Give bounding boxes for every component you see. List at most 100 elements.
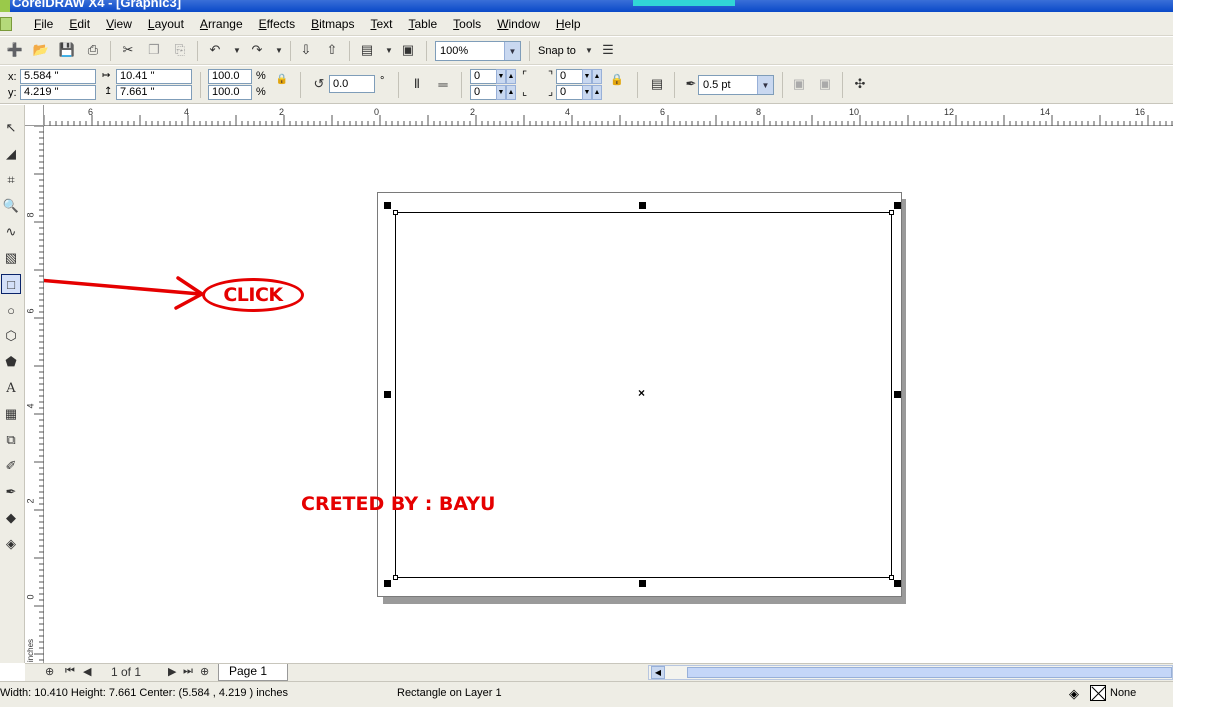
next-page-icon[interactable]: ▶ bbox=[168, 665, 176, 678]
mirror-horizontal-icon[interactable]: Ⅱ bbox=[408, 75, 426, 93]
cut-icon[interactable]: ✂ bbox=[119, 41, 137, 59]
selection-handle[interactable] bbox=[894, 580, 901, 587]
print-icon[interactable]: ⎙ bbox=[84, 41, 102, 59]
menu-effects[interactable]: Effects bbox=[251, 17, 303, 31]
menu-edit[interactable]: Edit bbox=[61, 17, 98, 31]
chevron-down-icon[interactable]: ▼ bbox=[504, 42, 520, 60]
undo-icon[interactable]: ↶ bbox=[206, 41, 224, 59]
page-tab-1[interactable]: Page 1 bbox=[218, 664, 288, 681]
new-document-icon[interactable]: ➕ bbox=[6, 41, 24, 59]
menu-arrange[interactable]: Arrange bbox=[192, 17, 251, 31]
corner-bottom-right-spinner[interactable]: ▼ ▲ bbox=[582, 85, 602, 100]
to-front-icon[interactable]: ▣ bbox=[790, 75, 808, 93]
launcher-dropdown-icon[interactable]: ▼ bbox=[380, 41, 398, 59]
snap-to-button[interactable]: Snap to bbox=[538, 45, 576, 57]
eyedropper-tool-icon[interactable]: ✐ bbox=[1, 456, 21, 476]
object-width-field[interactable]: 10.41 " bbox=[116, 69, 192, 84]
y-position-field[interactable]: 4.219 " bbox=[20, 85, 96, 100]
rectangle-tool-icon[interactable]: □ bbox=[1, 274, 21, 294]
zoom-level-select[interactable]: 100% ▼ bbox=[435, 41, 521, 61]
options-icon[interactable]: ☰ bbox=[599, 41, 617, 59]
smart-fill-tool-icon[interactable]: ▧ bbox=[1, 248, 21, 268]
selection-handle[interactable] bbox=[894, 391, 901, 398]
corner-bottom-left-spinner[interactable]: ▼ ▲ bbox=[496, 85, 516, 100]
snap-dropdown-icon[interactable]: ▼ bbox=[580, 41, 598, 59]
outline-width-select[interactable]: 0.5 pt ▼ bbox=[698, 75, 774, 95]
round-corners-together-icon[interactable]: 🔒 bbox=[608, 70, 626, 88]
menu-help[interactable]: Help bbox=[548, 17, 589, 31]
application-launcher-icon[interactable]: ▤ bbox=[358, 41, 376, 59]
mirror-vertical-icon[interactable]: ═ bbox=[434, 75, 452, 93]
scale-y-field[interactable]: 100.0 bbox=[208, 85, 252, 100]
ruler-origin[interactable] bbox=[25, 105, 44, 126]
undo-dropdown-icon[interactable]: ▼ bbox=[228, 41, 246, 59]
fill-tool-icon[interactable]: ◆ bbox=[1, 508, 21, 528]
corner-node[interactable] bbox=[889, 575, 894, 580]
selection-handle[interactable] bbox=[639, 202, 646, 209]
no-fill-swatch-icon[interactable] bbox=[1090, 685, 1106, 701]
first-page-icon[interactable]: ⏮ bbox=[65, 665, 75, 678]
previous-page-icon[interactable]: ◀ bbox=[83, 665, 91, 678]
copy-icon[interactable]: ❐ bbox=[145, 41, 163, 59]
chevron-down-icon[interactable]: ▼ bbox=[757, 76, 773, 94]
redo-dropdown-icon[interactable]: ▼ bbox=[270, 41, 288, 59]
menu-file[interactable]: File bbox=[26, 17, 61, 31]
menu-window[interactable]: Window bbox=[489, 17, 548, 31]
scrollbar-thumb[interactable] bbox=[687, 667, 1172, 678]
text-tool-icon[interactable]: A bbox=[1, 378, 21, 398]
convert-to-curves-icon[interactable]: ✣ bbox=[851, 75, 869, 93]
selection-handle[interactable] bbox=[894, 202, 901, 209]
menu-bitmaps[interactable]: Bitmaps bbox=[303, 17, 362, 31]
save-icon[interactable]: 💾 bbox=[58, 41, 76, 59]
paste-icon[interactable]: ⎘ bbox=[171, 41, 189, 59]
zoom-tool-icon[interactable]: 🔍 bbox=[1, 196, 21, 216]
menu-tools[interactable]: Tools bbox=[445, 17, 489, 31]
wrap-text-icon[interactable]: ▤ bbox=[648, 75, 666, 93]
selection-handle[interactable] bbox=[639, 580, 646, 587]
menu-table[interactable]: Table bbox=[400, 17, 445, 31]
interactive-blend-tool-icon[interactable]: ⧉ bbox=[1, 430, 21, 450]
scale-x-field[interactable]: 100.0 bbox=[208, 69, 252, 84]
drawing-canvas[interactable]: × CLICK CRETED BY : BAYU bbox=[44, 126, 1173, 663]
horizontal-scrollbar[interactable]: ◀ bbox=[648, 665, 1173, 680]
last-page-icon[interactable]: ⏭ bbox=[183, 665, 193, 678]
table-tool-icon[interactable]: ▦ bbox=[1, 404, 21, 424]
rotation-center-icon[interactable]: × bbox=[638, 386, 645, 400]
open-folder-icon[interactable]: 📂 bbox=[32, 41, 50, 59]
polygon-tool-icon[interactable]: ⬡ bbox=[1, 326, 21, 346]
add-page-before-icon[interactable]: ⊕ bbox=[45, 665, 54, 678]
interactive-fill-tool-icon[interactable]: ◈ bbox=[1, 534, 21, 554]
selection-handle[interactable] bbox=[384, 580, 391, 587]
export-icon[interactable]: ⇧ bbox=[323, 41, 341, 59]
crop-tool-icon[interactable]: ⌗ bbox=[1, 170, 21, 190]
outline-tool-icon[interactable]: ✒ bbox=[1, 482, 21, 502]
x-position-field[interactable]: 5.584 " bbox=[20, 69, 96, 84]
ellipse-tool-icon[interactable]: ○ bbox=[1, 300, 21, 320]
menu-layout[interactable]: Layout bbox=[140, 17, 192, 31]
corner-top-right-spinner[interactable]: ▼ ▲ bbox=[582, 69, 602, 84]
pick-tool-icon[interactable]: ↖ bbox=[1, 118, 21, 138]
corner-node[interactable] bbox=[393, 575, 398, 580]
add-page-after-icon[interactable]: ⊕ bbox=[200, 665, 209, 678]
document-icon[interactable] bbox=[0, 16, 12, 31]
welcome-screen-icon[interactable]: ▣ bbox=[399, 41, 417, 59]
redo-icon[interactable]: ↷ bbox=[248, 41, 266, 59]
corner-node[interactable] bbox=[393, 210, 398, 215]
lock-ratio-icon[interactable]: 🔒 bbox=[273, 70, 291, 88]
shape-tool-icon[interactable]: ◢ bbox=[1, 144, 21, 164]
corner-node[interactable] bbox=[889, 210, 894, 215]
selection-handle[interactable] bbox=[384, 202, 391, 209]
corner-top-left-spinner[interactable]: ▼ ▲ bbox=[496, 69, 516, 84]
rotation-angle-field[interactable]: 0.0 bbox=[329, 75, 375, 93]
object-height-field[interactable]: 7.661 " bbox=[116, 85, 192, 100]
menu-text[interactable]: Text bbox=[362, 17, 400, 31]
freehand-tool-icon[interactable]: ∿ bbox=[1, 222, 21, 242]
scroll-left-icon[interactable]: ◀ bbox=[651, 666, 665, 679]
selection-handle[interactable] bbox=[384, 391, 391, 398]
basic-shapes-tool-icon[interactable]: ⬟ bbox=[1, 352, 21, 372]
import-icon[interactable]: ⇩ bbox=[297, 41, 315, 59]
menu-view[interactable]: View bbox=[98, 17, 140, 31]
vertical-ruler[interactable]: 8 6 4 2 0 inches bbox=[25, 126, 44, 663]
horizontal-ruler[interactable]: 6 4 2 0 2 4 6 8 10 12 14 16 bbox=[44, 105, 1173, 126]
to-back-icon[interactable]: ▣ bbox=[816, 75, 834, 93]
